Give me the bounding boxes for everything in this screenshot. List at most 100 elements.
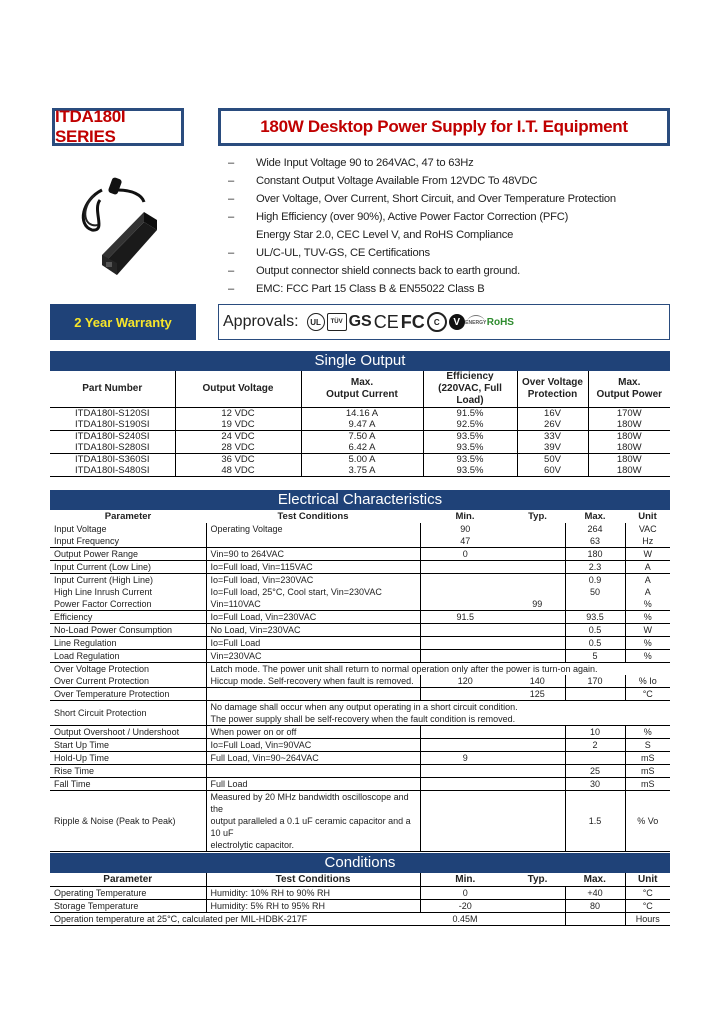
typ-cell [510,586,566,598]
parameter-cell: Line Regulation [50,636,207,650]
single-output-title: Single Output [50,351,670,371]
bullet-dash: – [228,283,235,295]
typ-cell [510,535,566,548]
parameter-cell: Output Overshoot / Undershoot [50,725,207,739]
min-cell [420,777,510,791]
series-label: ITDA180I SERIES [52,107,184,146]
parameter-cell: Input Frequency [50,535,207,548]
unit-cell: A [644,587,651,597]
unit-cell: A [644,575,651,585]
table-row: Input Current (Low Line) Io=Full load, Vi… [50,560,670,574]
parameter-cell: Over Current Protection [50,675,207,688]
condition-cell: Io=Full load, Vin=230VAC [206,573,421,586]
typ-cell: 99 [510,598,566,611]
typ-cell [510,912,566,926]
electrical-table: Parameter Test Conditions Min. Typ. Max. Unit… [50,510,670,852]
column-header: Max. Output Current [300,371,423,408]
max-cell: 2 [565,738,626,752]
product-title-box: 180W Desktop Power Supply for I.T. Equip… [218,108,670,146]
parameter-cell: Hold-Up Time [50,751,207,765]
unit-cell: % [625,636,670,650]
max-cell: 1.5 [565,790,626,852]
table-cell: 180W [587,419,670,431]
typ-cell [510,899,566,913]
condition-cell: Io=Full Load, Vin=90VAC [206,738,421,752]
column-header: Parameter [50,873,207,887]
table-row: Output Power Range Vin=90 to 264VAC 0 180 W [50,547,670,561]
typ-cell [510,573,566,586]
parameter-cell: Efficiency [50,610,207,624]
min-cell [420,687,510,701]
product-title: 180W Desktop Power Supply for I.T. Equip… [260,117,628,136]
bullet-dash [228,226,256,244]
column-header: Min. [420,873,510,887]
table-cell: 28 VDC [174,442,301,454]
max-cell [565,751,626,765]
min-cell [420,649,510,663]
table-cell: ITDA180I-S280SI [50,442,175,454]
min-cell: 90 [460,524,471,534]
max-cell: 0.9 [565,573,626,586]
unit-cell: VAC [638,524,657,534]
conditions-table: Parameter Test Conditions Min. Typ. Max. Unit… [50,873,670,926]
feature-item: – High Efficiency (over 90%), Active Powe… [228,208,678,226]
parameter-cell: Input Current (Low Line) [50,560,207,574]
table-row: ITDA180I-S280SI 28 VDC 6.42 A 93.5% 39V 180W [50,442,670,454]
column-header: Max. Output Power [587,371,670,408]
min-cell [420,764,510,778]
column-header: Typ. [528,510,547,522]
min-cell [420,636,510,650]
condition-cell [206,764,421,778]
unit-cell: °C [625,886,670,900]
typ-cell [510,560,566,574]
bullet-dash: – [228,175,235,187]
parameter-cell: Over Temperature Protection [50,687,207,701]
table-cell: 19 VDC [174,419,301,431]
condition-cell: Humidity: 10% RH to 90% RH [206,886,421,900]
condition-cell: Full Load, Vin=90~264VAC [206,751,421,765]
unit-cell: % [625,725,670,739]
table-cell: 180W [587,453,670,465]
typ-cell [510,649,566,663]
unit-cell: mS [625,751,670,765]
min-cell [420,574,510,587]
fcc-logo-icon: FC [400,311,425,332]
feature-text: Output connector shield connects back to… [256,265,521,277]
electrical-title: Electrical Characteristics [50,490,670,510]
table-cell: 180W [587,442,670,454]
table-cell: 170W [587,407,670,419]
min-cell [420,725,510,739]
max-cell: 30 [565,777,626,791]
table-cell: ITDA180I-S480SI [50,465,175,477]
min-cell: 0 [420,547,510,561]
table-row: No-Load Power Consumption No Load, Vin=23… [50,623,670,637]
parameter-cell: Short Circuit Protection [50,700,207,726]
table-row: Over Voltage Protection Latch mode. The p… [50,662,670,675]
table-cell: ITDA180I-S360SI [75,454,150,465]
column-header: Over Voltage Protection [516,371,588,408]
feature-item: – Output connector shield connects back t… [228,262,678,280]
table-row: Fall Time Full Load 30 mS [50,777,670,791]
table-cell: 6.42 A [300,442,423,454]
typ-cell [510,751,566,765]
unit-cell: % [625,649,670,663]
feature-list: – Wide Input Voltage 90 to 264VAC, 47 to … [228,154,678,298]
table-row: Input Frequency 47 63 Hz [50,535,670,548]
condition-cell: When power on or off [206,725,421,739]
column-header: Output Voltage [174,371,301,408]
typ-cell [510,886,566,900]
table-cell: 180W [587,430,670,442]
min-cell: -20 [420,899,510,913]
condition-cell: Io=Full Load [206,636,421,650]
min-cell: 47 [420,535,510,548]
condition-cell: Vin=110VAC [206,598,421,611]
table-row: ITDA180I-S360SI 36 VDC 5.00 A 93.5% 50V 180W [50,453,670,465]
unit-cell: Hz [625,535,670,548]
typ-cell [510,725,566,739]
min-cell: 91.5 [420,610,510,624]
column-header: Min. [455,510,475,522]
table-cell: 48 VDC [174,465,301,477]
parameter-cell: Operation temperature at 25°C, calculate… [50,912,420,926]
min-cell [420,560,510,574]
table-row: High Line Inrush Current Io=Full load, 25… [50,586,670,598]
